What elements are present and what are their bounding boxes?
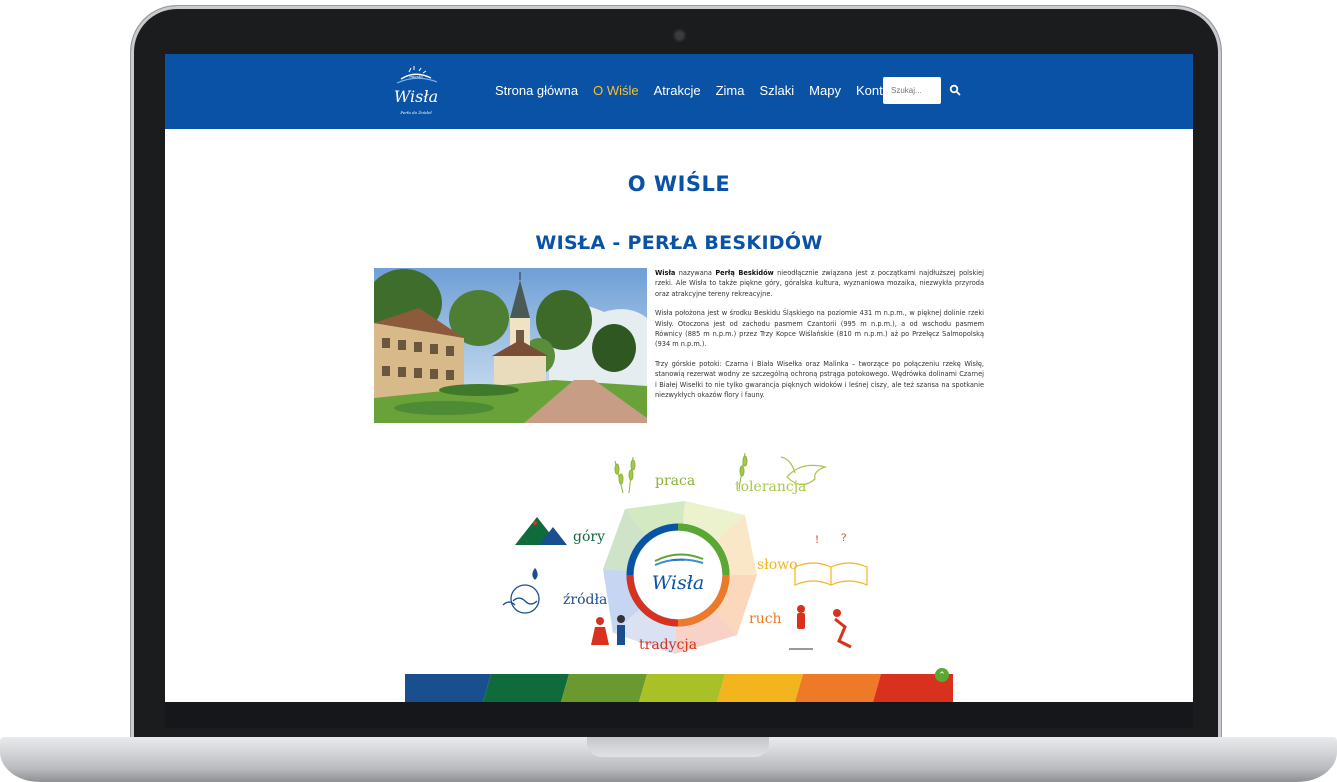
logo-name: Wisła (394, 87, 438, 106)
book-icon (794, 562, 868, 586)
article-text: Wisła nazywana Perłą Beskidów nieodłączn… (655, 268, 984, 409)
book-question: ? (841, 533, 846, 544)
scroll-to-top-button[interactable]: ⌃ (935, 668, 949, 682)
nav-item-mapy[interactable]: Mapy (809, 83, 841, 98)
nav-item-zima[interactable]: Zima (716, 83, 745, 98)
main-nav: Strona główna O Wiśle Atrakcje Zima Szla… (495, 83, 915, 98)
center-small-text: miasto (671, 557, 685, 562)
paragraph-intro: Wisła nazywana Perłą Beskidów nieodłączn… (655, 268, 984, 299)
value-label-tradycja: tradycja (639, 637, 697, 653)
wisla-logo[interactable]: miasto Wisła Perła do Źródeł (387, 64, 445, 120)
nav-item-home[interactable]: Strona główna (495, 83, 578, 98)
bold-wisla: Wisła (655, 269, 676, 277)
logo-small-text: miasto (409, 74, 423, 79)
search-input[interactable] (883, 77, 941, 104)
paragraph-location: Wisła położona jest w środku Beskidu Ślą… (655, 309, 984, 349)
values-infographic: miasto Wisła ! ? praca tolerancja słowo … (502, 452, 868, 654)
value-label-slowo: słowo (757, 557, 798, 573)
ski-runner-icon (789, 605, 852, 650)
color-band (405, 674, 953, 702)
paragraph-streams: Trzy górskie potoki: Czarna i Biała Wise… (655, 359, 984, 400)
value-label-ruch: ruch (749, 611, 782, 627)
logo-tagline: Perła do Źródeł (399, 110, 432, 115)
value-label-praca: praca (655, 473, 695, 489)
paragraph-intro-mid: nazywana (675, 269, 716, 277)
site-header: miasto Wisła Perła do Źródeł Strona głów… (165, 54, 1193, 129)
camera-icon (675, 31, 684, 40)
laptop-notch (587, 737, 769, 757)
value-label-gory: góry (573, 529, 605, 545)
mountains-icon (515, 517, 567, 545)
water-spring-icon (502, 567, 540, 614)
nav-item-szlaki[interactable]: Szlaki (759, 83, 794, 98)
value-label-zrodla: źródła (563, 592, 607, 608)
value-label-tolerancja: tolerancja (735, 479, 806, 495)
center-logo-name: Wisła (652, 572, 705, 594)
nav-item-o-wisle[interactable]: O Wiśle (593, 83, 639, 98)
nav-item-atrakcje[interactable]: Atrakcje (654, 83, 701, 98)
browser-screen: miasto Wisła Perła do Źródeł Strona głów… (165, 54, 1193, 702)
search-icon[interactable] (949, 84, 961, 96)
book-exclamation: ! (815, 535, 819, 546)
laptop-bezel-bottom (165, 702, 1193, 728)
dancers-icon (591, 615, 625, 645)
bold-perla-beskidow: Perłą Beskidów (715, 269, 774, 277)
church-photo (374, 268, 647, 423)
page-title: O WIŚLE (627, 172, 731, 196)
section-title: WISŁA - PERŁA BESKIDÓW (535, 232, 823, 254)
chevron-up-icon: ⌃ (938, 670, 946, 680)
